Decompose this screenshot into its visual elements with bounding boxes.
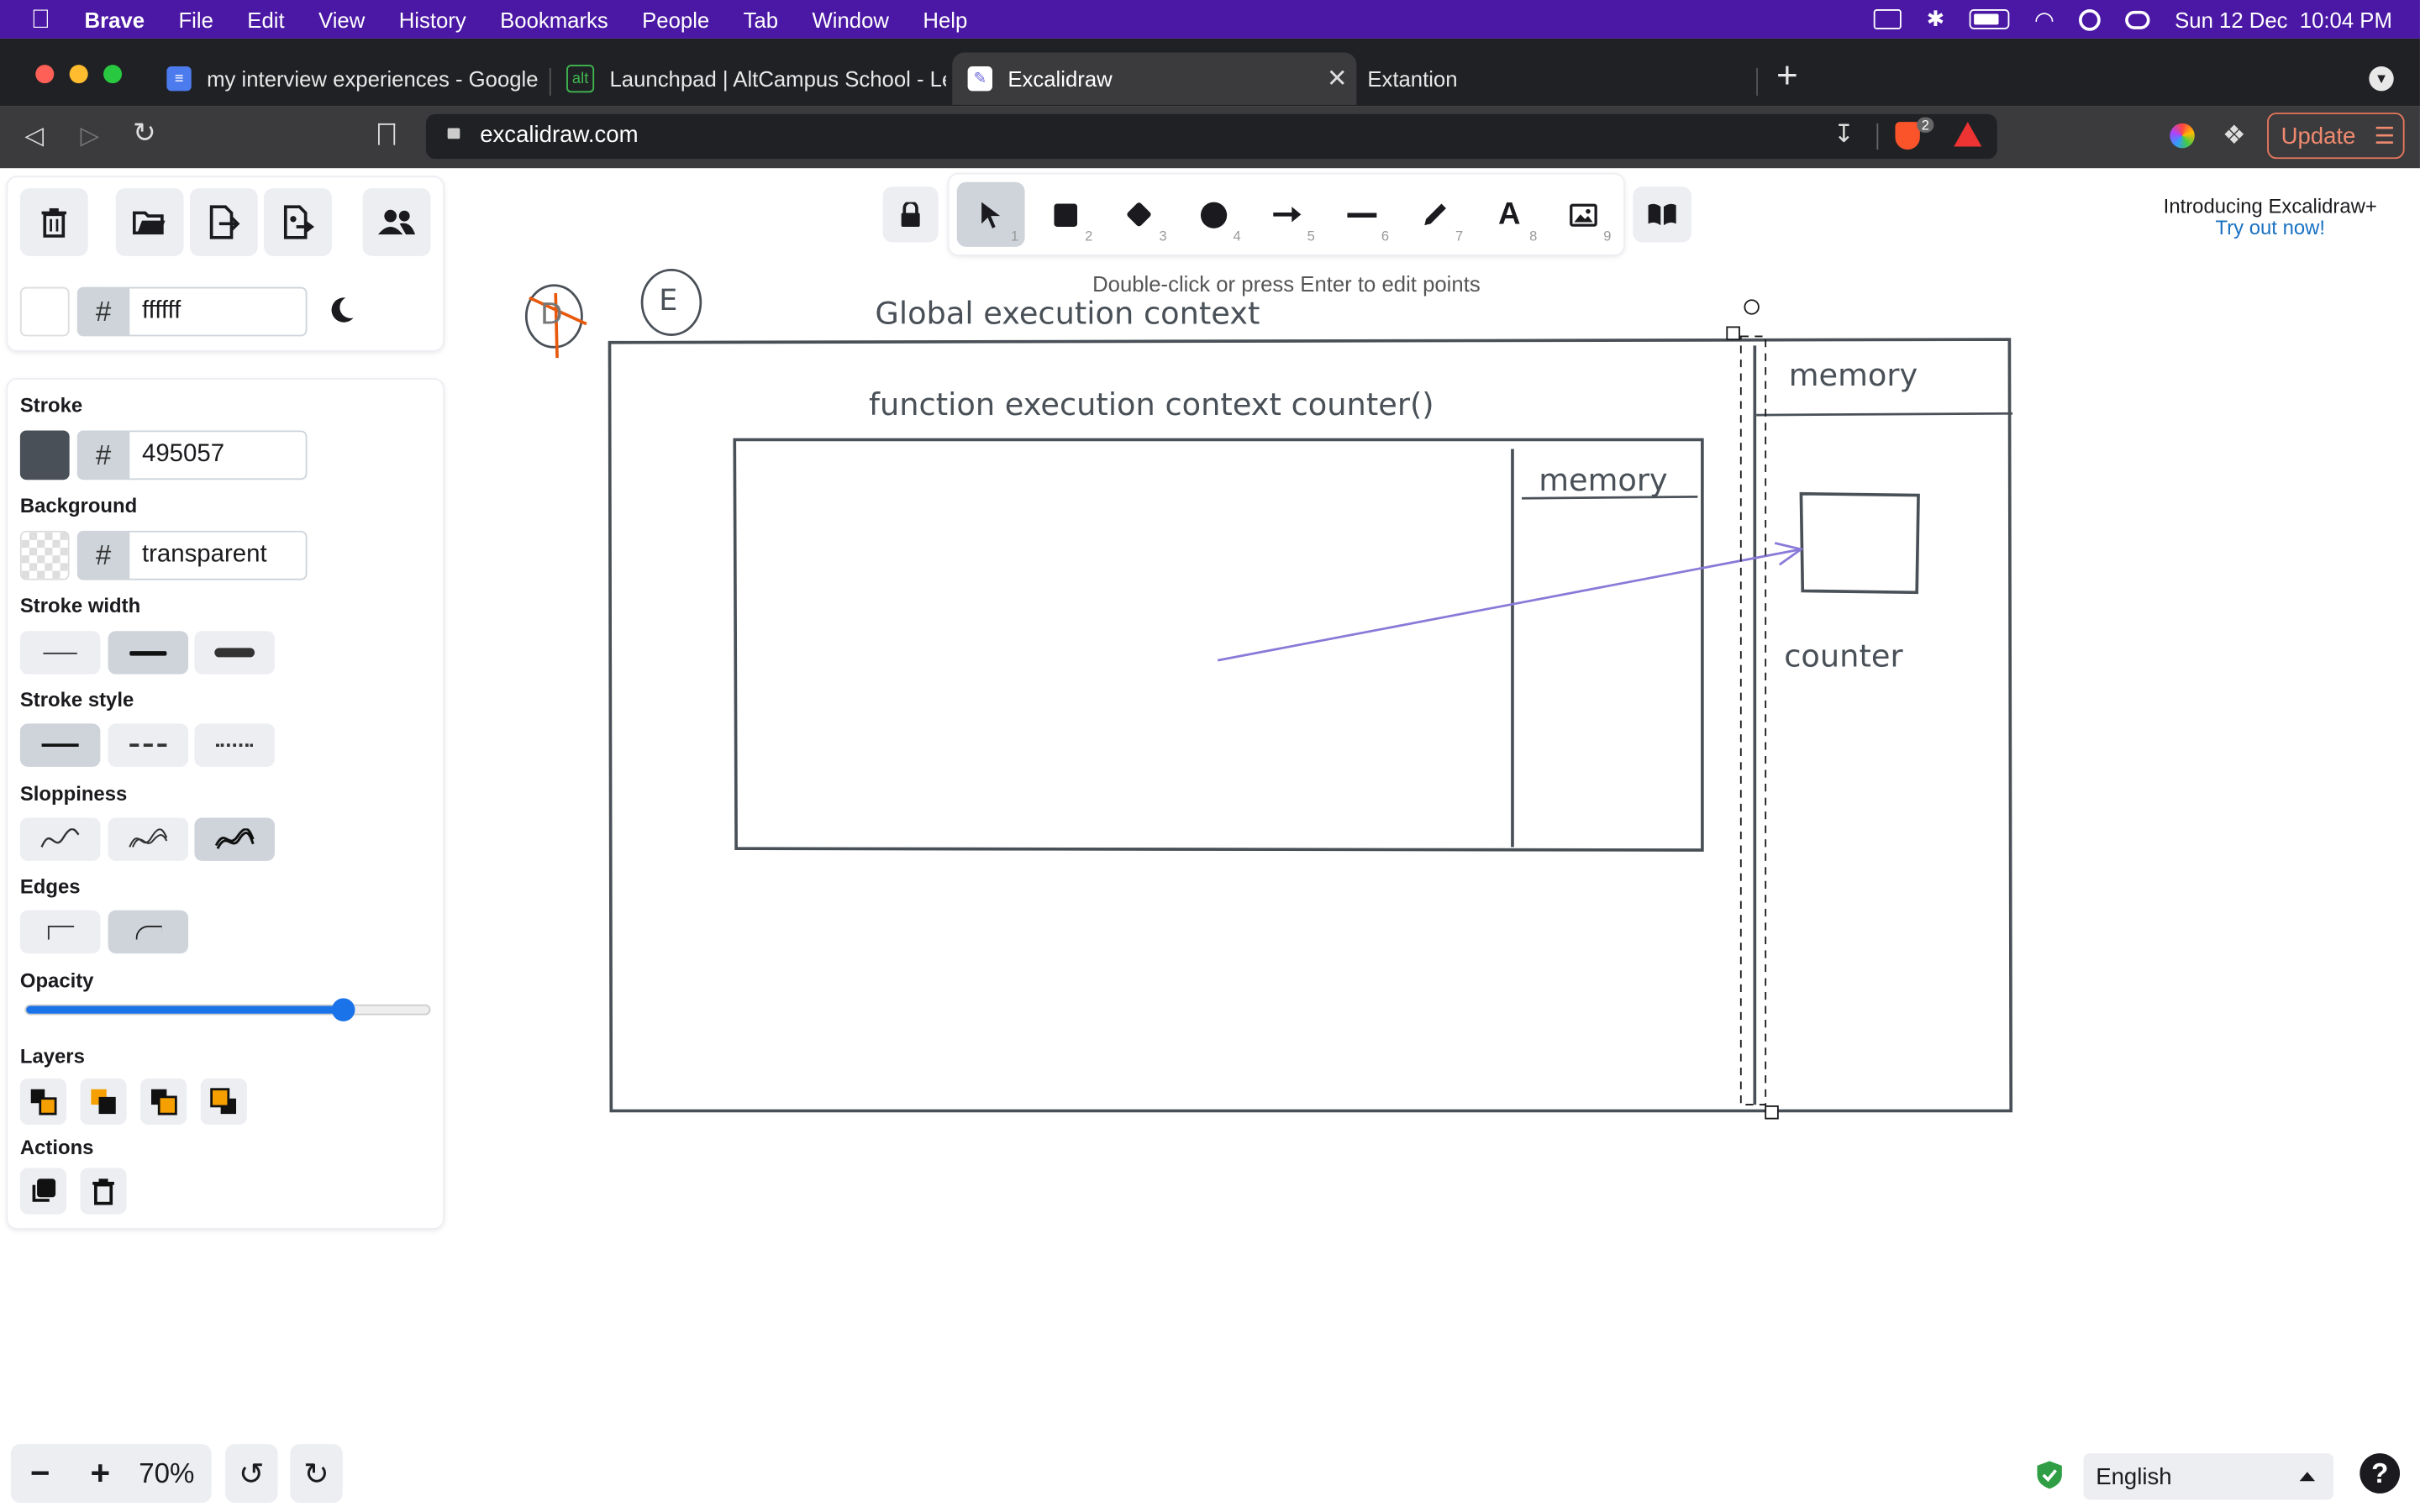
d-badge-label: D bbox=[539, 297, 563, 332]
drawing-canvas[interactable] bbox=[0, 0, 2420, 1512]
selection-handles[interactable] bbox=[1726, 299, 1779, 1120]
counter-box[interactable] bbox=[1799, 491, 1920, 595]
zoom-level[interactable]: 70% bbox=[133, 1458, 201, 1491]
e-badge-label: E bbox=[659, 283, 678, 318]
function-context-label[interactable]: function execution context counter() bbox=[869, 386, 1434, 423]
encryption-shield-icon[interactable] bbox=[2036, 1460, 2064, 1491]
help-question-icon: ? bbox=[2371, 1457, 2389, 1488]
function-context-box[interactable] bbox=[733, 438, 1704, 852]
undo-button[interactable]: ↺ bbox=[225, 1444, 278, 1503]
language-select[interactable]: English bbox=[2083, 1453, 2334, 1500]
help-button[interactable]: ? bbox=[2360, 1453, 2401, 1494]
counter-label[interactable]: counter bbox=[1784, 638, 1902, 675]
global-memory-label[interactable]: memory bbox=[1789, 356, 1918, 393]
global-memory-underline[interactable] bbox=[1756, 412, 2013, 417]
pointer-arrow[interactable] bbox=[1217, 542, 1804, 662]
zoom-out-button[interactable]: − bbox=[11, 1444, 70, 1503]
global-context-box[interactable] bbox=[608, 338, 2013, 1113]
caret-up-icon bbox=[2299, 1472, 2316, 1482]
redo-button[interactable]: ↻ bbox=[290, 1444, 343, 1503]
zoom-in-button[interactable]: + bbox=[71, 1444, 129, 1503]
global-context-label[interactable]: Global execution context bbox=[875, 295, 1260, 332]
language-value: English bbox=[2096, 1463, 2172, 1490]
function-memory-label[interactable]: memory bbox=[1539, 461, 1668, 498]
